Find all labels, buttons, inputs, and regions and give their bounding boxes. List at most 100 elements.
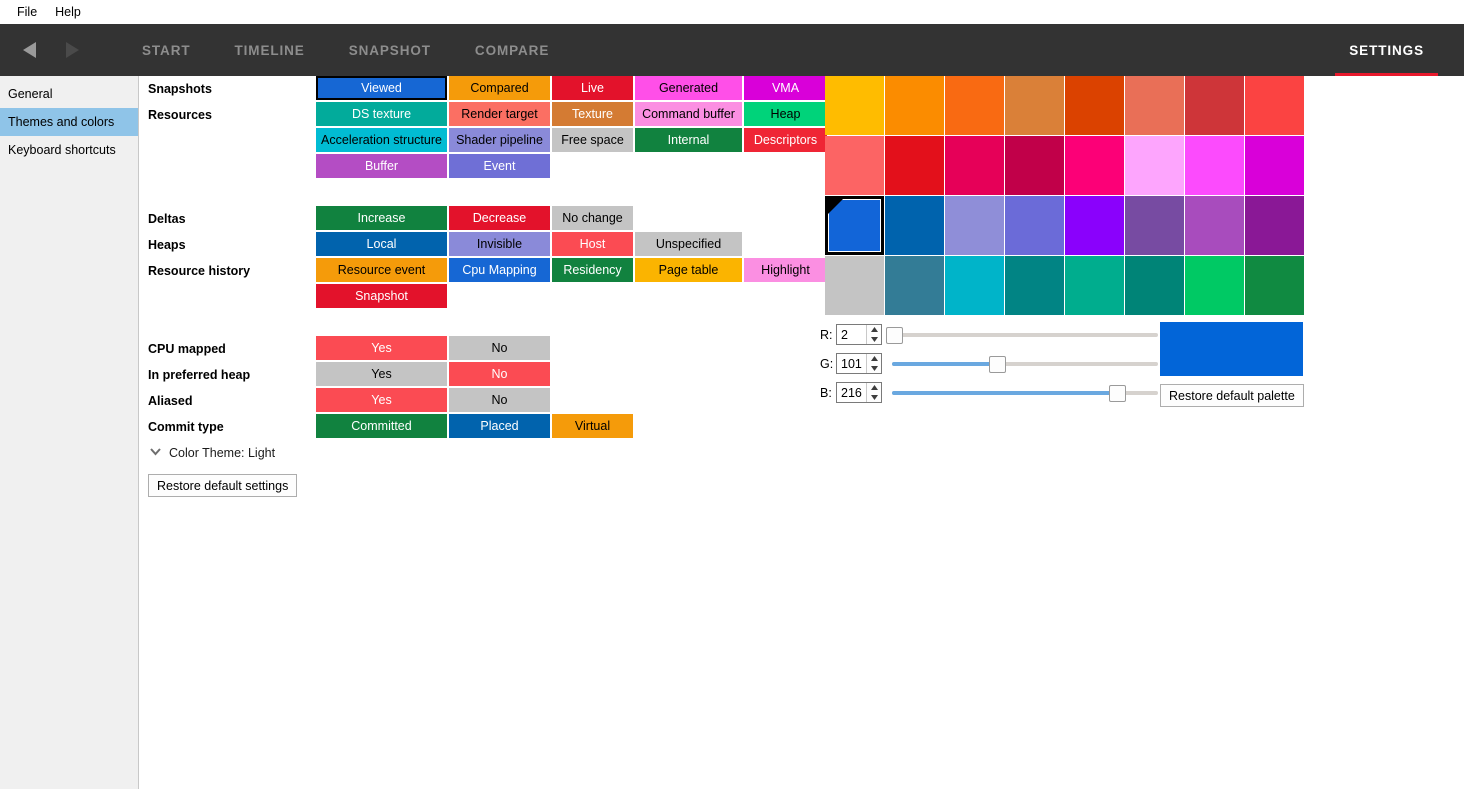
palette-swatch[interactable] — [1005, 196, 1065, 256]
rgb-value-input[interactable]: 2 — [837, 325, 866, 344]
palette-swatch[interactable] — [1185, 256, 1245, 316]
color-button-unspecified[interactable]: Unspecified — [635, 232, 742, 256]
spinner-up-icon[interactable] — [867, 354, 881, 364]
palette-swatch[interactable] — [1185, 136, 1245, 196]
color-button-yes[interactable]: Yes — [316, 336, 447, 360]
color-button-free-space[interactable]: Free space — [552, 128, 633, 152]
palette-swatch[interactable] — [945, 196, 1005, 256]
color-button-render-target[interactable]: Render target — [449, 102, 550, 126]
palette-swatch[interactable] — [1245, 256, 1305, 316]
palette-swatch[interactable] — [1125, 256, 1185, 316]
palette-swatch[interactable] — [1185, 76, 1245, 136]
color-button-no[interactable]: No — [449, 362, 550, 386]
color-button-decrease[interactable]: Decrease — [449, 206, 550, 230]
palette-swatch[interactable] — [825, 196, 885, 256]
spinner-up-icon[interactable] — [867, 383, 881, 393]
back-arrow-icon[interactable] — [20, 39, 42, 61]
color-button-event[interactable]: Event — [449, 154, 550, 178]
palette-swatch[interactable] — [1065, 256, 1125, 316]
rgb-slider[interactable] — [892, 382, 1158, 404]
color-button-descriptors[interactable]: Descriptors — [744, 128, 827, 152]
palette-swatch[interactable] — [1005, 76, 1065, 136]
forward-arrow-icon[interactable] — [60, 39, 82, 61]
rgb-spinbox[interactable]: 101 — [836, 353, 882, 374]
color-button-live[interactable]: Live — [552, 76, 633, 100]
color-button-compared[interactable]: Compared — [449, 76, 550, 100]
slider-handle[interactable] — [886, 327, 903, 344]
rgb-slider[interactable] — [892, 353, 1158, 375]
palette-swatch[interactable] — [885, 196, 945, 256]
color-button-internal[interactable]: Internal — [635, 128, 742, 152]
tab-start[interactable]: START — [120, 24, 213, 76]
color-button-acceleration-structure[interactable]: Acceleration structure — [316, 128, 447, 152]
spinner-up-icon[interactable] — [867, 325, 881, 335]
color-button-vma[interactable]: VMA — [744, 76, 827, 100]
palette-swatch[interactable] — [1185, 196, 1245, 256]
rgb-spinbox[interactable]: 216 — [836, 382, 882, 403]
color-theme-dropdown[interactable]: Color Theme: Light — [148, 440, 848, 466]
color-button-placed[interactable]: Placed — [449, 414, 550, 438]
sidebar-item-general[interactable]: General — [0, 80, 138, 108]
spinner-down-icon[interactable] — [867, 364, 881, 374]
color-button-cpu-mapping[interactable]: Cpu Mapping — [449, 258, 550, 282]
color-button-increase[interactable]: Increase — [316, 206, 447, 230]
menu-item-file[interactable]: File — [8, 2, 46, 22]
palette-swatch[interactable] — [1005, 256, 1065, 316]
rgb-spinbox[interactable]: 2 — [836, 324, 882, 345]
palette-swatch[interactable] — [1065, 196, 1125, 256]
restore-default-settings-button[interactable]: Restore default settings — [148, 474, 297, 497]
color-button-viewed[interactable]: Viewed — [316, 76, 447, 100]
color-button-highlight[interactable]: Highlight — [744, 258, 827, 282]
color-button-snapshot[interactable]: Snapshot — [316, 284, 447, 308]
color-button-committed[interactable]: Committed — [316, 414, 447, 438]
spinner-down-icon[interactable] — [867, 393, 881, 403]
palette-swatch[interactable] — [1245, 76, 1305, 136]
palette-swatch[interactable] — [1125, 76, 1185, 136]
sidebar-item-keyboard-shortcuts[interactable]: Keyboard shortcuts — [0, 136, 138, 164]
slider-handle[interactable] — [989, 356, 1006, 373]
rgb-slider[interactable] — [892, 324, 1158, 346]
color-button-no[interactable]: No — [449, 336, 550, 360]
rgb-value-input[interactable]: 101 — [837, 354, 866, 373]
color-button-host[interactable]: Host — [552, 232, 633, 256]
palette-swatch[interactable] — [945, 136, 1005, 196]
palette-swatch[interactable] — [825, 136, 885, 196]
color-button-buffer[interactable]: Buffer — [316, 154, 447, 178]
palette-swatch[interactable] — [1125, 196, 1185, 256]
tab-snapshot[interactable]: SNAPSHOT — [327, 24, 453, 76]
color-button-no[interactable]: No — [449, 388, 550, 412]
palette-swatch[interactable] — [945, 256, 1005, 316]
color-button-command-buffer[interactable]: Command buffer — [635, 102, 742, 126]
tab-settings[interactable]: SETTINGS — [1327, 24, 1446, 76]
palette-swatch[interactable] — [825, 256, 885, 316]
palette-swatch[interactable] — [1125, 136, 1185, 196]
color-button-invisible[interactable]: Invisible — [449, 232, 550, 256]
palette-swatch[interactable] — [885, 256, 945, 316]
color-button-yes[interactable]: Yes — [316, 362, 447, 386]
color-button-resource-event[interactable]: Resource event — [316, 258, 447, 282]
color-button-yes[interactable]: Yes — [316, 388, 447, 412]
spinner-down-icon[interactable] — [867, 335, 881, 345]
menu-item-help[interactable]: Help — [46, 2, 90, 22]
palette-swatch[interactable] — [885, 136, 945, 196]
color-button-virtual[interactable]: Virtual — [552, 414, 633, 438]
palette-swatch[interactable] — [1245, 196, 1305, 256]
color-button-page-table[interactable]: Page table — [635, 258, 742, 282]
palette-swatch[interactable] — [1005, 136, 1065, 196]
color-button-local[interactable]: Local — [316, 232, 447, 256]
slider-handle[interactable] — [1109, 385, 1126, 402]
color-button-no-change[interactable]: No change — [552, 206, 633, 230]
rgb-value-input[interactable]: 216 — [837, 383, 866, 402]
color-button-generated[interactable]: Generated — [635, 76, 742, 100]
palette-swatch[interactable] — [945, 76, 1005, 136]
restore-default-palette-button[interactable]: Restore default palette — [1160, 384, 1304, 407]
color-button-shader-pipeline[interactable]: Shader pipeline — [449, 128, 550, 152]
color-button-residency[interactable]: Residency — [552, 258, 633, 282]
palette-swatch[interactable] — [1245, 136, 1305, 196]
tab-compare[interactable]: COMPARE — [453, 24, 571, 76]
sidebar-item-themes-and-colors[interactable]: Themes and colors — [0, 108, 138, 136]
tab-timeline[interactable]: TIMELINE — [213, 24, 327, 76]
color-button-heap[interactable]: Heap — [744, 102, 827, 126]
palette-swatch[interactable] — [1065, 136, 1125, 196]
color-button-ds-texture[interactable]: DS texture — [316, 102, 447, 126]
